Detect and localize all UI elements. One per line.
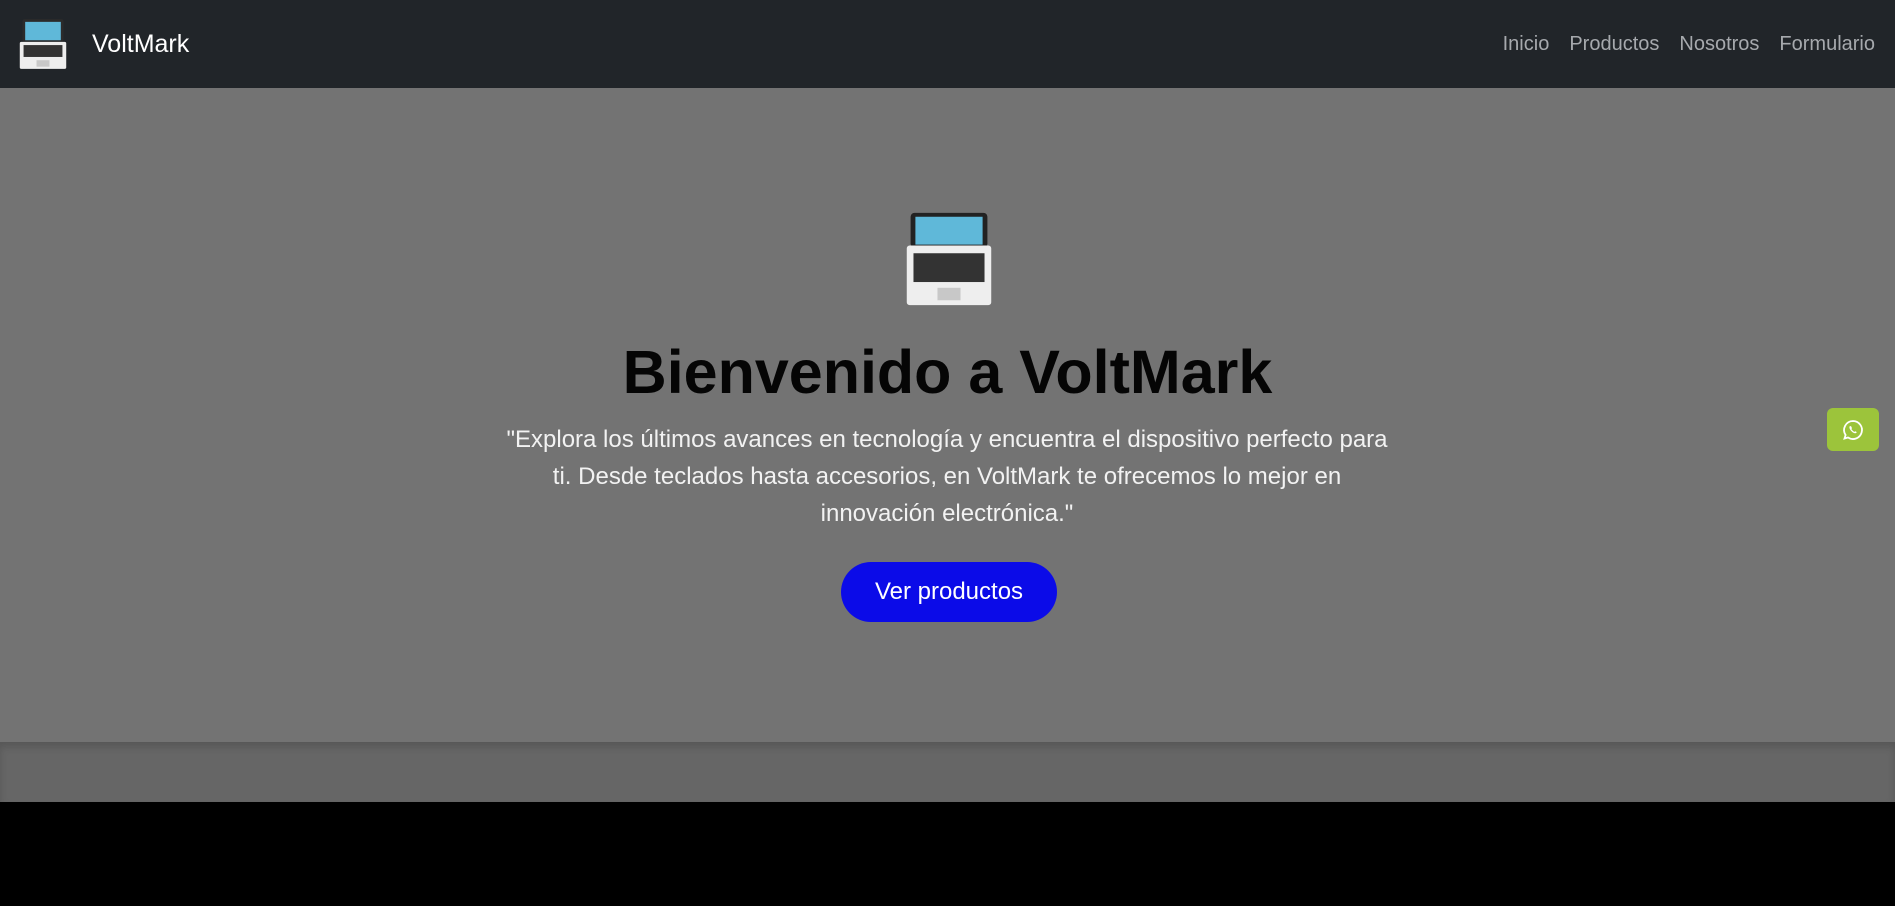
navbar: VoltMark Inicio Productos Nosotros Formu…	[0, 0, 1895, 88]
nav-links: Inicio Productos Nosotros Formulario	[1503, 33, 1875, 56]
ver-productos-button[interactable]: Ver productos	[841, 562, 1057, 622]
page-bottom-area	[0, 802, 1895, 906]
laptop-icon	[19, 19, 67, 69]
hero-description: "Explora los últimos avances en tecnolog…	[506, 426, 1388, 527]
nav-link-nosotros[interactable]: Nosotros	[1679, 33, 1759, 56]
whatsapp-icon	[1843, 419, 1863, 440]
brand-link[interactable]: VoltMark	[16, 17, 189, 71]
nav-link-inicio[interactable]: Inicio	[1503, 33, 1550, 56]
nav-link-formulario[interactable]: Formulario	[1779, 33, 1875, 56]
hero-title: Bienvenido a VoltMark	[622, 338, 1273, 406]
laptop-icon	[906, 212, 992, 306]
section-divider-band	[0, 742, 1895, 802]
whatsapp-button[interactable]	[1827, 408, 1879, 451]
nav-link-productos[interactable]: Productos	[1569, 33, 1659, 56]
brand-name: VoltMark	[92, 29, 190, 58]
hero-section: Bienvenido a VoltMark "Explora los últim…	[0, 88, 1895, 742]
